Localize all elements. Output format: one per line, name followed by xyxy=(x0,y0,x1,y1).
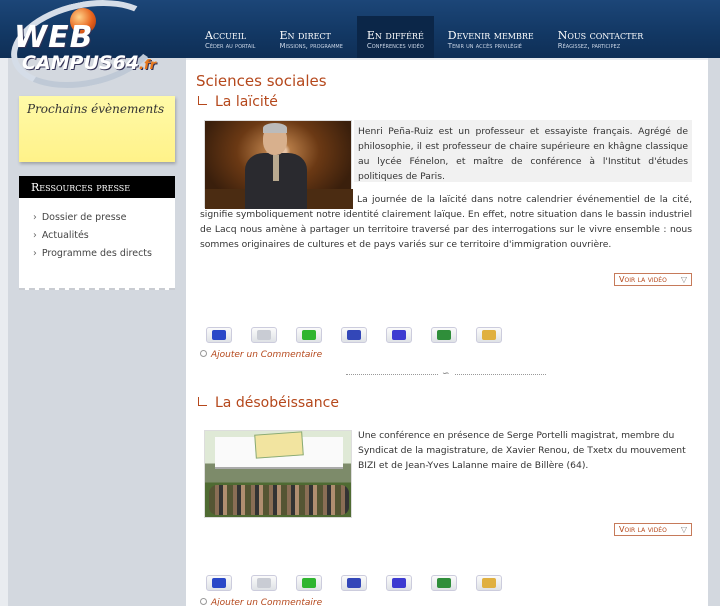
logo-text: WEB xyxy=(14,20,94,55)
google-icon[interactable] xyxy=(476,575,502,591)
watch-video-label: Voir la vidéo xyxy=(619,525,667,534)
article-intro: Henri Peña-Ruiz est un professeur et ess… xyxy=(358,126,688,182)
digg-icon[interactable] xyxy=(251,575,277,591)
facebook-glyph xyxy=(392,578,406,588)
add-comment-text: Ajouter un Commentaire xyxy=(211,350,323,360)
thumb-tie xyxy=(273,155,279,181)
scoopeo-icon[interactable] xyxy=(431,327,457,343)
google-icon[interactable] xyxy=(476,327,502,343)
digg-icon[interactable] xyxy=(251,327,277,343)
nav-label: Accueil xyxy=(205,29,247,42)
digg-glyph xyxy=(257,330,271,340)
thumb-crowd xyxy=(209,485,349,515)
nav-label: En différé xyxy=(366,29,424,42)
article-title[interactable]: La désobéissance xyxy=(198,395,339,411)
nav-sublabel: Tenir un accès privilégié xyxy=(447,42,522,50)
right-border xyxy=(708,58,720,606)
share-bar xyxy=(206,575,521,591)
netvibes-icon[interactable] xyxy=(296,327,322,343)
nav-label: Devenir membre xyxy=(447,29,534,42)
google-glyph xyxy=(482,330,496,340)
netvibes-icon[interactable] xyxy=(296,575,322,591)
article-body: La journée de la laïcité dans notre cale… xyxy=(200,194,692,250)
myspace-glyph xyxy=(347,330,361,340)
scoopeo-glyph xyxy=(437,330,451,340)
google-glyph xyxy=(482,578,496,588)
nav-en-direct[interactable]: En direct Missions, programme xyxy=(269,18,352,58)
article-title-text: La laïcité xyxy=(215,94,278,110)
delicious-icon[interactable] xyxy=(206,575,232,591)
article-intro: Une conférence en présence de Serge Port… xyxy=(358,430,686,471)
nav-contact[interactable]: Nous contacter Réagissez, participez xyxy=(548,18,654,58)
myspace-icon[interactable] xyxy=(341,575,367,591)
nav-sublabel: Conférences vidéo xyxy=(366,42,424,50)
watch-video-label: Voir la vidéo xyxy=(619,275,667,284)
main-nav: Accueil Céder au portail En direct Missi… xyxy=(195,16,657,58)
delicious-glyph xyxy=(212,578,226,588)
chevron-down-icon: ▽ xyxy=(680,275,687,284)
add-comment-text: Ajouter un Commentaire xyxy=(211,598,323,606)
nav-sublabel: Réagissez, participez xyxy=(557,42,621,50)
nav-devenir-membre[interactable]: Devenir membre Tenir un accès privilégié xyxy=(438,18,544,58)
facebook-icon[interactable] xyxy=(386,327,412,343)
resources-title: Ressources presse xyxy=(19,176,175,198)
magnifier-icon xyxy=(200,350,207,357)
article-title[interactable]: La laïcité xyxy=(198,94,278,110)
article-arrow-icon xyxy=(198,397,207,406)
logo-text-2: CAMPUS64.fr xyxy=(22,52,156,74)
resource-link-programme[interactable]: Programme des directs xyxy=(33,248,175,259)
resources-list: Dossier de presse Actualités Programme d… xyxy=(19,198,175,259)
resources-box: Ressources presse Dossier de presse Actu… xyxy=(19,176,175,290)
add-comment-link[interactable]: Ajouter un Commentaire xyxy=(200,598,322,606)
netvibes-glyph xyxy=(302,578,316,588)
add-comment-link[interactable]: Ajouter un Commentaire xyxy=(200,350,322,360)
watch-video-button[interactable]: Voir la vidéo ▽ xyxy=(614,273,692,286)
myspace-icon[interactable] xyxy=(341,327,367,343)
article-arrow-icon xyxy=(198,96,207,105)
nav-en-differe[interactable]: En différé Conférences vidéo xyxy=(356,16,434,58)
nav-label: Nous contacter xyxy=(557,29,644,42)
facebook-icon[interactable] xyxy=(386,575,412,591)
scoopeo-icon[interactable] xyxy=(431,575,457,591)
logo-text-suffix: .fr xyxy=(139,58,157,73)
article-intro-box: Henri Peña-Ruiz est un professeur et ess… xyxy=(354,120,692,182)
thumb-hair xyxy=(263,123,287,133)
delicious-glyph xyxy=(212,330,226,340)
magnifier-icon xyxy=(200,598,207,605)
nav-sublabel: Céder au portail xyxy=(205,42,256,50)
resource-link-actualites[interactable]: Actualités xyxy=(33,230,175,241)
article-separator: ∽ xyxy=(346,369,546,380)
site-logo[interactable]: WEB CAMPUS64.fr xyxy=(2,0,174,101)
resource-link-dossier[interactable]: Dossier de presse xyxy=(33,212,175,223)
thumb-sign xyxy=(254,431,304,459)
nav-label: En direct xyxy=(279,29,331,42)
watch-video-button[interactable]: Voir la vidéo ▽ xyxy=(614,523,692,536)
logo-text-campus: CAMPUS64 xyxy=(22,52,140,74)
video-thumbnail[interactable] xyxy=(204,430,352,518)
delicious-icon[interactable] xyxy=(206,327,232,343)
digg-glyph xyxy=(257,578,271,588)
chevron-down-icon: ▽ xyxy=(680,525,687,534)
events-postit: Prochains évènements xyxy=(19,96,175,162)
section-title: Sciences sociales xyxy=(196,72,327,90)
nav-sublabel: Missions, programme xyxy=(279,42,343,50)
netvibes-glyph xyxy=(302,330,316,340)
myspace-glyph xyxy=(347,578,361,588)
separator-glyph: ∽ xyxy=(438,369,454,379)
share-bar xyxy=(206,327,521,343)
nav-accueil[interactable]: Accueil Céder au portail xyxy=(195,18,265,58)
scoopeo-glyph xyxy=(437,578,451,588)
article-title-text: La désobéissance xyxy=(215,395,339,411)
main-content: Sciences sociales La laïcité Henri Peña-… xyxy=(186,60,708,606)
postit-title: Prochains évènements xyxy=(27,102,165,116)
facebook-glyph xyxy=(392,330,406,340)
